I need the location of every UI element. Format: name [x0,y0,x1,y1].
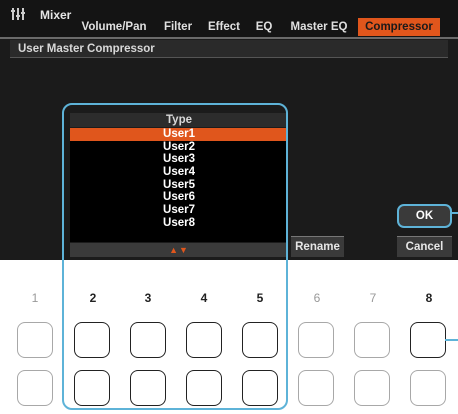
tab-compressor[interactable]: Compressor [358,18,440,36]
button-number-6: 6 [313,291,321,305]
button-number-1: 1 [31,291,39,305]
button-8-callout-line [445,339,458,341]
mixer-icon [11,8,25,20]
panel-button-1-lower[interactable] [17,370,53,406]
highlight-frame [62,103,288,410]
panel-button-6-lower[interactable] [298,370,334,406]
app-title: Mixer [40,8,72,22]
panel-title: User Master Compressor [10,40,448,58]
button-number-7: 7 [369,291,377,305]
panel-button-6-upper[interactable] [298,322,334,358]
panel-button-7-upper[interactable] [354,322,390,358]
tab-master-eq[interactable]: Master EQ [286,18,352,36]
tab-filter[interactable]: Filter [158,18,198,36]
ok-callout-line [452,212,458,214]
ok-button[interactable]: OK [397,204,452,228]
panel-button-8-upper[interactable] [410,322,446,358]
button-number-8: 8 [425,291,433,305]
rename-button[interactable]: Rename [291,236,344,257]
cancel-button[interactable]: Cancel [397,236,452,257]
top-bar: Mixer Volume/Pan Filter Effect EQ Master… [0,0,458,39]
tab-eq[interactable]: EQ [250,18,278,36]
panel-button-7-lower[interactable] [354,370,390,406]
panel-button-1-upper[interactable] [17,322,53,358]
panel-button-8-lower[interactable] [410,370,446,406]
tab-effect[interactable]: Effect [200,18,248,36]
tab-volume-pan[interactable]: Volume/Pan [70,18,158,36]
